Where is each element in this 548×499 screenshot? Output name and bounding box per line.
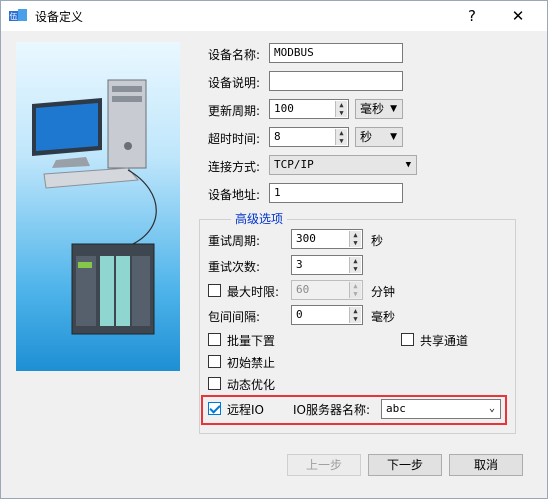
io-server-name-select[interactable]: abc ⌄ — [381, 399, 501, 419]
remote-io-checkbox[interactable] — [208, 402, 221, 415]
connection-value: TCP/IP — [274, 158, 314, 171]
close-button[interactable]: ✕ — [495, 1, 541, 31]
app-icon: 伍 — [9, 9, 27, 21]
spin-buttons[interactable]: ▲ ▼ — [335, 129, 347, 145]
chevron-down-icon: ▼ — [390, 104, 397, 114]
spin-buttons[interactable]: ▲ ▼ — [349, 257, 361, 273]
spin-up-icon[interactable]: ▲ — [349, 257, 361, 265]
cancel-button[interactable]: 取消 — [449, 454, 523, 476]
pc-plc-image — [32, 79, 157, 335]
next-button[interactable]: 下一步 — [368, 454, 442, 476]
spin-down-icon[interactable]: ▼ — [349, 239, 361, 247]
max-limit-label: 最大时限: — [227, 285, 280, 299]
window-title: 设备定义 — [35, 10, 84, 24]
spin-down-icon[interactable]: ▼ — [335, 109, 347, 117]
retry-count-value: 3 — [296, 258, 303, 271]
spin-buttons[interactable]: ▲ ▼ — [349, 231, 361, 247]
shared-channel-label: 共享通道 — [420, 334, 469, 348]
max-limit-unit: 分钟 — [371, 285, 396, 299]
update-unit-select[interactable]: 毫秒 ▼ — [355, 99, 403, 119]
dynamic-optimize-label: 动态优化 — [227, 378, 276, 392]
timeout-label: 超时时间: — [208, 132, 261, 146]
io-server-name-value: abc — [386, 402, 406, 415]
max-limit-spinbox[interactable]: 60 ▲ ▼ — [291, 280, 363, 300]
device-description-input[interactable] — [269, 71, 403, 91]
retry-period-value: 300 — [296, 232, 316, 245]
device-description-label: 设备说明: — [208, 76, 261, 90]
packet-interval-value: 0 — [296, 308, 303, 321]
spin-up-icon[interactable]: ▲ — [349, 307, 361, 315]
advanced-options-title: 高级选项 — [231, 210, 288, 227]
connection-label: 连接方式: — [208, 160, 261, 174]
svg-text:伍: 伍 — [10, 11, 18, 21]
retry-period-unit: 秒 — [371, 234, 384, 248]
connection-select[interactable]: TCP/IP ▼ — [269, 155, 417, 175]
initial-disable-label: 初始禁止 — [227, 356, 276, 370]
update-period-spinbox[interactable]: 100 ▲ ▼ — [269, 99, 349, 119]
spin-down-icon[interactable]: ▼ — [349, 290, 361, 298]
device-name-input[interactable]: MODBUS — [269, 43, 403, 63]
spin-up-icon[interactable]: ▲ — [335, 129, 347, 137]
remote-io-label: 远程IO — [227, 403, 264, 417]
batch-write-label: 批量下置 — [227, 334, 276, 348]
prev-button[interactable]: 上一步 — [287, 454, 361, 476]
spin-up-icon[interactable]: ▲ — [335, 101, 347, 109]
max-limit-value: 60 — [296, 283, 310, 296]
packet-interval-label: 包间间隔: — [208, 310, 261, 324]
device-address-label: 设备地址: — [208, 188, 261, 202]
title-bar: 伍 设备定义 ? ✕ — [1, 1, 547, 31]
batch-write-checkbox[interactable] — [208, 333, 221, 346]
chevron-down-icon: ▼ — [390, 132, 397, 142]
update-period-value: 100 — [274, 102, 294, 115]
retry-count-label: 重试次数: — [208, 260, 261, 274]
packet-interval-spinbox[interactable]: 0 ▲ ▼ — [291, 305, 363, 325]
retry-count-spinbox[interactable]: 3 ▲ ▼ — [291, 255, 363, 275]
io-server-name-label: IO服务器名称: — [293, 403, 371, 417]
spin-down-icon[interactable]: ▼ — [335, 137, 347, 145]
timeout-unit-select[interactable]: 秒 ▼ — [355, 127, 403, 147]
dynamic-optimize-checkbox[interactable] — [208, 377, 221, 390]
device-definition-dialog: 伍 设备定义 ? ✕ 设备名称: MODBUS 设备说明: 更新周期: 100 … — [0, 0, 548, 499]
spin-buttons[interactable]: ▲ ▼ — [349, 307, 361, 323]
chevron-down-icon: ⌄ — [488, 403, 495, 414]
shared-channel-checkbox[interactable] — [401, 333, 414, 346]
spin-up-icon[interactable]: ▲ — [349, 282, 361, 290]
initial-disable-checkbox[interactable] — [208, 355, 221, 368]
device-address-input[interactable]: 1 — [269, 183, 403, 203]
retry-period-label: 重试周期: — [208, 234, 261, 248]
chevron-down-icon: ▼ — [405, 160, 411, 170]
spin-buttons[interactable]: ▲ ▼ — [335, 101, 347, 117]
spin-down-icon[interactable]: ▼ — [349, 315, 361, 323]
spin-up-icon[interactable]: ▲ — [349, 231, 361, 239]
packet-interval-unit: 毫秒 — [371, 310, 396, 324]
retry-period-spinbox[interactable]: 300 ▲ ▼ — [291, 229, 363, 249]
timeout-unit-value: 秒 — [360, 130, 373, 144]
device-illustration — [16, 42, 180, 371]
timeout-value: 8 — [274, 130, 281, 143]
help-button[interactable]: ? — [449, 1, 495, 31]
device-name-label: 设备名称: — [208, 48, 261, 62]
max-limit-checkbox[interactable] — [208, 284, 221, 297]
spin-down-icon[interactable]: ▼ — [349, 265, 361, 273]
spin-buttons[interactable]: ▲ ▼ — [349, 282, 361, 298]
update-unit-value: 毫秒 — [360, 102, 385, 116]
timeout-spinbox[interactable]: 8 ▲ ▼ — [269, 127, 349, 147]
update-period-label: 更新周期: — [208, 104, 261, 118]
